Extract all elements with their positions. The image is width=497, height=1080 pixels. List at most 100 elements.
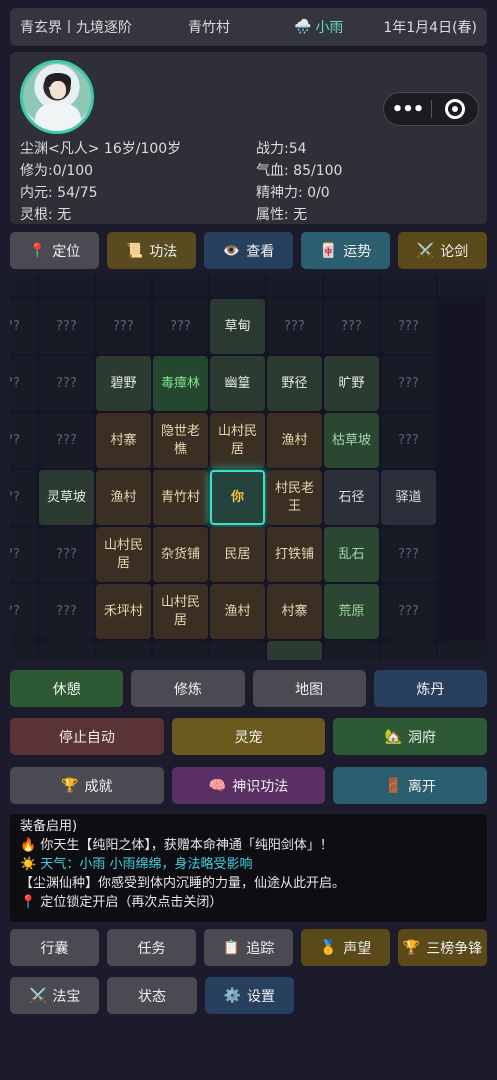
map-cell-edge <box>153 641 208 660</box>
row2-button-0[interactable]: 休憩 <box>10 670 124 707</box>
map-cell[interactable]: 村民老王 <box>267 470 322 525</box>
map-cell[interactable]: ??? <box>39 356 94 411</box>
map-cell[interactable]: ??? <box>381 584 436 639</box>
map-cell[interactable]: ??? <box>10 584 37 639</box>
map-cell[interactable]: ??? <box>10 356 37 411</box>
row1-label: 运势 <box>343 243 372 260</box>
avatar[interactable] <box>20 60 94 134</box>
map-cell[interactable]: 村寨 <box>96 413 151 468</box>
map-cell[interactable]: 幽篁 <box>210 356 265 411</box>
map-cell[interactable]: 毒瘴林 <box>153 356 208 411</box>
row2-button-2[interactable]: 地图 <box>252 670 366 707</box>
row3-button-1[interactable]: 灵宠 <box>171 718 326 755</box>
map-cell[interactable]: ??? <box>267 299 322 354</box>
map-cell[interactable]: ??? <box>10 299 37 354</box>
row2-button-3[interactable]: 炼丹 <box>373 670 487 707</box>
map-cell[interactable]: 旷野 <box>324 356 379 411</box>
row2-label: 休憩 <box>52 681 81 698</box>
map-cell[interactable]: 乱石 <box>324 527 379 582</box>
map-cell[interactable]: 禾坪村 <box>96 584 151 639</box>
map-cell[interactable]: 渔村 <box>267 413 322 468</box>
map-cell[interactable]: ??? <box>39 299 94 354</box>
map-cell-edge <box>39 274 94 297</box>
event-log: 装备启用) 🔥 你天生【纯阳之体】，获赠本命神通「纯阳剑体」！ ☀️ 天气：小雨 小… <box>10 814 487 922</box>
map-cell[interactable]: 荒原 <box>324 584 379 639</box>
map-cell[interactable]: 打铁铺 <box>267 527 322 582</box>
row1-button-2[interactable]: 👁️ 查看 <box>204 232 293 269</box>
map-cell[interactable]: 民居 <box>210 527 265 582</box>
map-cell[interactable]: 灵草坡 <box>39 470 94 525</box>
map-cell[interactable]: 石径 <box>324 470 379 525</box>
map-cell[interactable]: ??? <box>381 299 436 354</box>
row6-icon-0: ⚔️ <box>28 987 47 1004</box>
log-line: 🔥 你天生【纯阳之体】，获赠本命神通「纯阳剑体」！ <box>20 836 477 855</box>
map-cell[interactable]: 山村民居 <box>96 527 151 582</box>
map-cell[interactable]: ??? <box>10 470 37 525</box>
row1-icon-4: ⚔️ <box>416 242 435 259</box>
row1-button-0[interactable]: 📍 定位 <box>10 232 99 269</box>
map-cell[interactable]: ??? <box>381 413 436 468</box>
map-cell[interactable]: 杂货铺 <box>153 527 208 582</box>
map-cell[interactable]: ??? <box>39 584 94 639</box>
map-cell[interactable]: ??? <box>381 527 436 582</box>
map-cell[interactable]: 枯草坡 <box>324 413 379 468</box>
action-row-auto: 停止自动 灵宠 🏡 洞府 <box>10 718 488 755</box>
map-cell[interactable]: 山村民居 <box>153 584 208 639</box>
map-cell[interactable]: 山村民居 <box>210 413 265 468</box>
map-cell[interactable]: ??? <box>381 356 436 411</box>
row3-button-2[interactable]: 🏡 洞府 <box>333 718 488 755</box>
map-cell[interactable]: ??? <box>39 527 94 582</box>
map-cell-edge <box>438 274 487 297</box>
row5-button-2[interactable]: 📋 追踪 <box>204 929 293 966</box>
row4-button-0[interactable]: 🏆 成就 <box>10 767 164 804</box>
row2-label: 修炼 <box>173 681 202 698</box>
row6-button-2[interactable]: ⚙️ 设置 <box>204 977 294 1014</box>
map-cell[interactable]: ??? <box>39 413 94 468</box>
map-cell[interactable]: 渔村 <box>96 470 151 525</box>
player-position-cell[interactable]: 你 <box>210 470 265 525</box>
close-target-icon[interactable] <box>432 99 478 119</box>
map-cell[interactable]: 碧野 <box>96 356 151 411</box>
combat-power: 战力:54 <box>256 141 307 157</box>
row4-button-1[interactable]: 🧠 神识功法 <box>171 767 326 804</box>
map-cell-edge <box>10 641 37 660</box>
map-cell[interactable]: 隐世老樵 <box>153 413 208 468</box>
row2-label: 地图 <box>295 681 324 698</box>
more-menu-icon[interactable]: ••• <box>384 99 431 120</box>
log-icon: ☀️ <box>20 857 41 872</box>
map-cell[interactable]: 青竹村 <box>153 470 208 525</box>
row3-button-0[interactable]: 停止自动 <box>10 718 164 755</box>
map-cell-edge <box>324 641 379 660</box>
map-cell[interactable]: ??? <box>10 527 37 582</box>
map-cell[interactable]: 村寨 <box>267 584 322 639</box>
row5-button-3[interactable]: 🥇 声望 <box>301 929 390 966</box>
map-cell[interactable]: 渔村 <box>210 584 265 639</box>
row5-button-4[interactable]: 🏆 三榜争锋 <box>398 929 487 966</box>
map-cell[interactable]: 野径 <box>267 356 322 411</box>
action-row-feature: 🏆 成就 🧠 神识功法 🚪 离开 <box>10 767 488 804</box>
row2-button-1[interactable]: 修炼 <box>131 670 245 707</box>
row4-button-2[interactable]: 🚪 离开 <box>333 767 488 804</box>
row5-button-0[interactable]: 行囊 <box>10 929 99 966</box>
character-name: 尘渊<凡人> 16岁/100岁 <box>20 141 182 157</box>
map-cell[interactable]: ??? <box>10 413 37 468</box>
map-cell[interactable]: ??? <box>324 299 379 354</box>
map-cell-edge <box>96 274 151 297</box>
row1-button-3[interactable]: 🀄 运势 <box>301 232 390 269</box>
row5-label: 追踪 <box>246 940 275 957</box>
map-cell[interactable]: 驿道 <box>381 470 436 525</box>
map-cell[interactable]: ??? <box>153 299 208 354</box>
hp-stat: 气血: 85/100 <box>256 163 343 179</box>
log-line: ☀️ 天气：小雨 小雨绵绵，身法略受影响 <box>20 855 477 874</box>
map-cell-edge <box>381 641 436 660</box>
row1-label: 功法 <box>149 243 178 260</box>
row1-button-4[interactable]: ⚔️ 论剑 <box>398 232 487 269</box>
row6-button-1[interactable]: 状态 <box>107 977 197 1014</box>
row1-button-1[interactable]: 📜 功法 <box>107 232 196 269</box>
row3-label: 停止自动 <box>58 729 115 746</box>
map-cell[interactable]: 草甸 <box>210 299 265 354</box>
row6-button-0[interactable]: ⚔️ 法宝 <box>10 977 100 1014</box>
map-cell[interactable]: ??? <box>96 299 151 354</box>
row5-button-1[interactable]: 任务 <box>107 929 196 966</box>
action-row-top: 📍 定位 📜 功法 👁️ 查看 🀄 运势 ⚔️ 论剑 <box>10 232 487 269</box>
